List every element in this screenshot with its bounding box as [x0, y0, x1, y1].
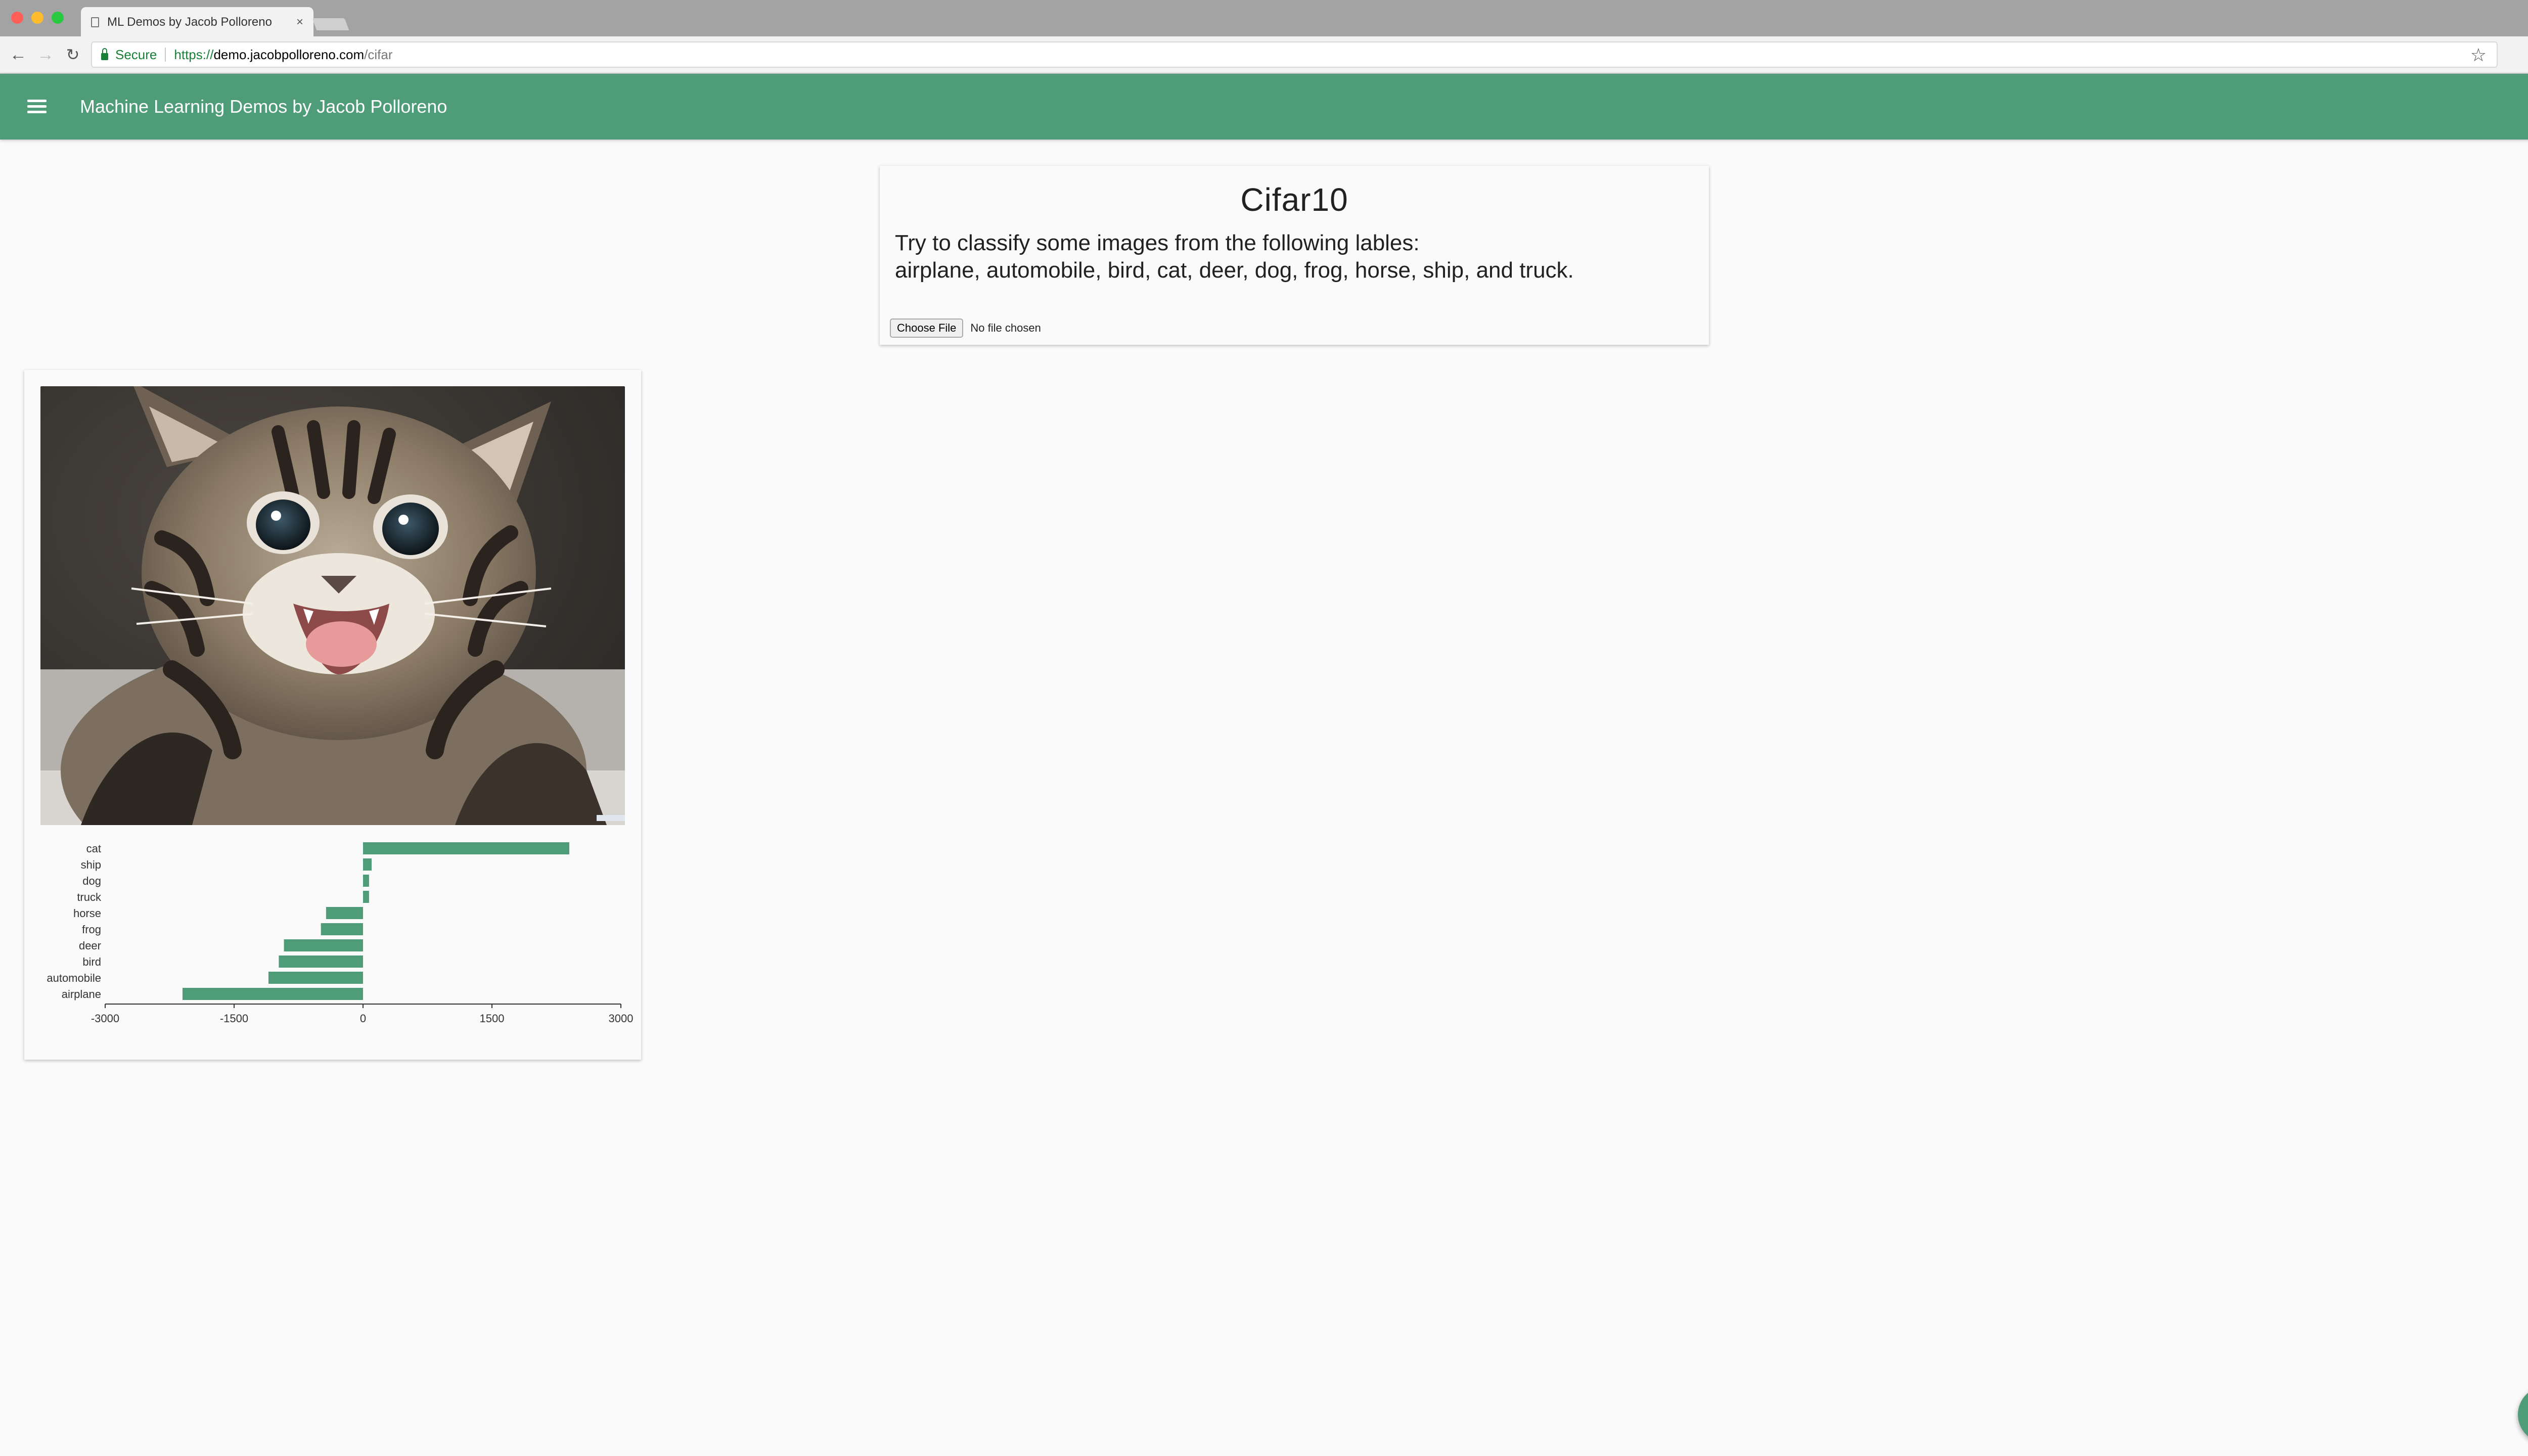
tab-close-icon[interactable]: × — [296, 15, 303, 29]
maximize-window-button[interactable] — [52, 12, 64, 24]
bar-cat — [363, 842, 569, 854]
url-path: /cifar — [364, 47, 393, 62]
file-input: Choose File No file chosen — [890, 318, 1041, 338]
app-title: Machine Learning Demos by Jacob Polloren… — [80, 96, 447, 117]
x-tick-label: 0 — [360, 1012, 366, 1025]
app-bar: Machine Learning Demos by Jacob Polloren… — [0, 74, 2528, 140]
file-status: No file chosen — [970, 322, 1041, 334]
category-label-deer: deer — [79, 939, 101, 952]
secure-label: Secure — [115, 47, 157, 62]
kitten-illustration — [40, 386, 625, 825]
category-label-bird: bird — [82, 956, 101, 968]
bar-bird — [279, 956, 363, 968]
reload-icon[interactable]: ↻ — [63, 44, 83, 65]
browser-tab[interactable]: ML Demos by Jacob Polloreno × — [81, 7, 313, 37]
x-tick-label: 3000 — [609, 1012, 634, 1025]
forward-icon[interactable]: → — [35, 44, 56, 65]
category-label-truck: truck — [77, 891, 102, 903]
result-card: cat ship dog truck horse frog deer bird automobi… — [24, 370, 641, 1060]
url-host: demo.jacobpolloreno.com — [213, 47, 365, 62]
category-label-automobile: automobile — [47, 972, 101, 984]
bar-dog — [363, 875, 369, 887]
bar-airplane — [183, 988, 363, 1000]
address-bar[interactable]: Secure https://demo.jacobpolloreno.com/c… — [91, 41, 2498, 68]
address-divider — [165, 48, 166, 62]
description-line-1: Try to classify some images from the fol… — [895, 231, 1420, 255]
browser-tab-strip: ML Demos by Jacob Polloreno × — [0, 0, 2528, 37]
upload-button[interactable] — [2518, 1386, 2528, 1443]
category-label-ship: ship — [81, 858, 101, 871]
bar-deer — [284, 939, 363, 951]
bar-ship — [363, 858, 372, 871]
tab-title: ML Demos by Jacob Polloreno — [107, 15, 272, 29]
page-title: Cifar10 — [1240, 181, 1348, 218]
category-label-horse: horse — [73, 907, 101, 920]
choose-file-button[interactable]: Choose File — [890, 318, 964, 338]
category-label-dog: dog — [82, 875, 101, 887]
browser-toolbar: ← → ↻ Secure https://demo.jacobpolloreno… — [0, 36, 2528, 74]
description: Try to classify some images from the fol… — [895, 230, 1694, 284]
bar-frog — [321, 923, 363, 935]
description-line-2: airplane, automobile, bird, cat, deer, d… — [895, 258, 1574, 283]
minimize-window-button[interactable] — [31, 12, 43, 24]
document-icon — [91, 17, 99, 27]
category-label-cat: cat — [86, 842, 101, 855]
x-tick-label: 1500 — [480, 1012, 505, 1025]
prediction-chart: cat ship dog truck horse frog deer bird automobi… — [47, 842, 634, 1025]
bar-truck — [363, 891, 369, 903]
new-tab-button[interactable] — [312, 18, 349, 30]
close-window-button[interactable] — [11, 12, 23, 24]
bar-automobile — [268, 972, 363, 984]
menu-icon[interactable] — [27, 100, 47, 114]
bar-horse — [326, 907, 363, 919]
kitten-image — [40, 386, 625, 825]
back-icon[interactable]: ← — [8, 44, 28, 65]
x-tick-label: -1500 — [220, 1012, 248, 1025]
info-card: Cifar10 Try to classify some images from… — [880, 166, 1709, 345]
bookmark-star-icon[interactable]: ☆ — [2470, 44, 2487, 66]
lock-icon — [101, 48, 108, 60]
x-tick-label: -3000 — [91, 1012, 119, 1025]
url-protocol: https:// — [174, 47, 214, 62]
category-label-frog: frog — [82, 923, 101, 936]
category-label-airplane: airplane — [62, 988, 101, 1000]
